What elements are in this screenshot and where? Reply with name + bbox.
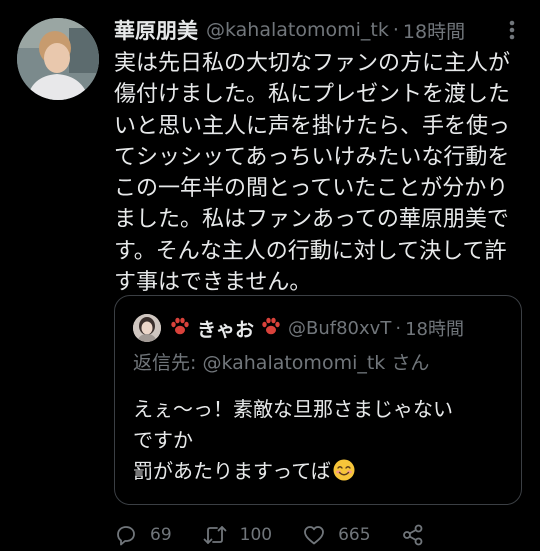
tweet-actions: 69 100 665: [114, 518, 534, 551]
reply-button[interactable]: 69: [114, 523, 172, 547]
retweet-icon: [202, 523, 228, 547]
paw-icon: [260, 315, 282, 341]
quoted-tweet-timestamp[interactable]: 18時間: [405, 315, 464, 341]
like-count: 665: [338, 524, 371, 545]
author-avatar[interactable]: [17, 18, 99, 100]
author-name[interactable]: 華原朋美: [114, 15, 198, 45]
like-button[interactable]: 665: [302, 523, 371, 547]
more-options-icon[interactable]: [498, 16, 526, 44]
tweet-timestamp[interactable]: 18時間: [403, 17, 465, 44]
smiling-face-emoji-icon: [333, 459, 355, 481]
quoted-author-name[interactable]: きゃお: [197, 315, 254, 342]
retweet-count: 100: [239, 524, 273, 545]
reply-to-label[interactable]: 返信先: @kahalatomomi_tk さん: [133, 348, 429, 375]
quoted-tweet-text: えぇ〜っ！素敵な旦那さまじゃない ですか 罰があたりますってば: [133, 394, 513, 487]
author-handle[interactable]: @kahalatomomi_tk: [206, 19, 389, 41]
separator-dot: ·: [392, 19, 399, 41]
heart-icon: [302, 523, 326, 547]
quoted-tweet[interactable]: きゃお @Buf80xvT · 18時間 返信先: @kahalatomomi_…: [114, 295, 522, 505]
share-button[interactable]: [401, 523, 425, 547]
reply-count: 69: [150, 524, 172, 545]
retweet-button[interactable]: 100: [202, 523, 272, 547]
tweet-header: 華原朋美 @kahalatomomi_tk · 18時間: [114, 12, 524, 48]
reply-icon: [114, 523, 138, 547]
quoted-author-avatar[interactable]: [133, 314, 161, 342]
tweet-text: 実は先日私の大切なファンの方に主人が 傷付けました。私にプレゼントを渡した いと…: [114, 51, 511, 296]
share-icon: [401, 523, 425, 547]
quoted-author-handle[interactable]: @Buf80xvT: [288, 318, 391, 339]
quoted-tweet-header: きゃお @Buf80xvT · 18時間: [169, 312, 464, 344]
paw-icon: [169, 315, 191, 341]
separator-dot: ·: [395, 317, 402, 339]
quoted-tweet-body: えぇ〜っ！素敵な旦那さまじゃない ですか 罰があたりますってば: [133, 397, 453, 483]
